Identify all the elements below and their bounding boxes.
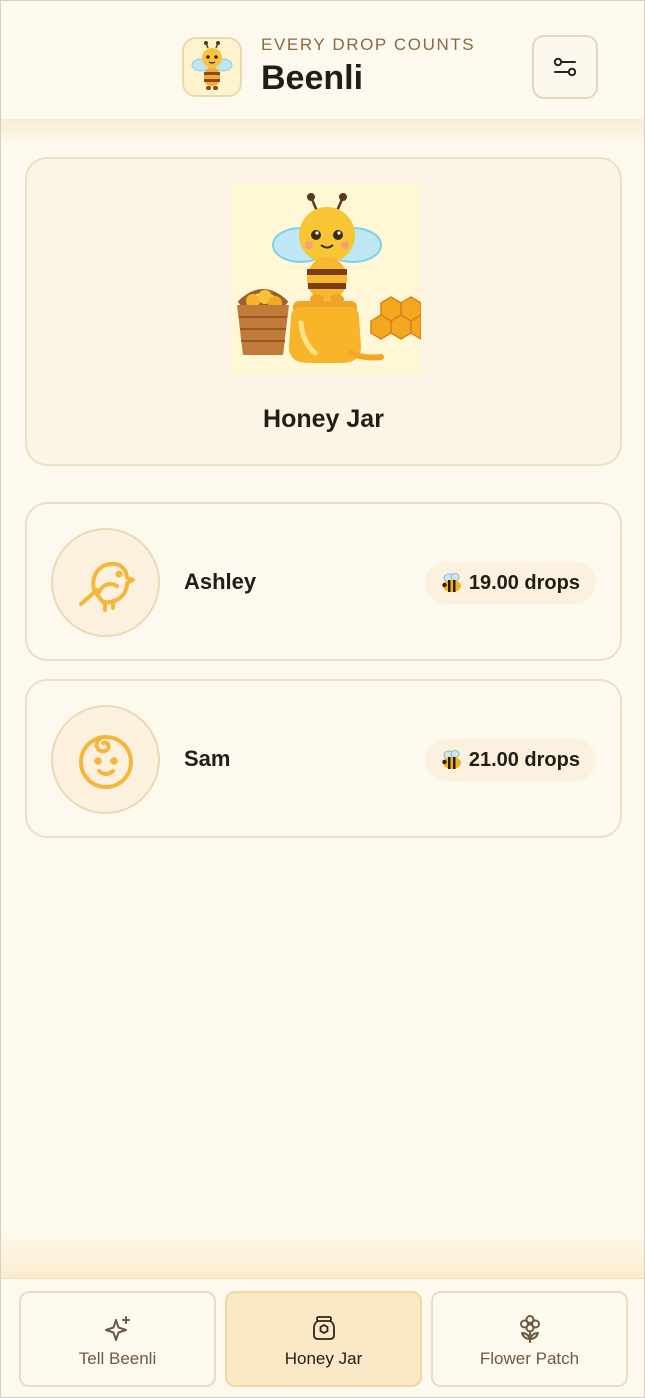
honey-jar-icon bbox=[312, 1316, 335, 1340]
honey-jar-title: Honey Jar bbox=[263, 405, 384, 433]
sparkles-icon bbox=[104, 1316, 130, 1341]
tab-label: Honey Jar bbox=[284, 1349, 363, 1368]
nav-glow bbox=[1, 1233, 644, 1279]
tab-honey-jar[interactable]: Honey Jar bbox=[225, 1291, 422, 1387]
member-name: Ashley bbox=[184, 569, 257, 594]
settings-button[interactable] bbox=[532, 35, 598, 99]
tab-label: Flower Patch bbox=[479, 1349, 580, 1368]
member-card-ashley[interactable]: Ashley 19.00 drops bbox=[25, 502, 622, 661]
honey-jar-card[interactable]: Honey Jar bbox=[25, 157, 622, 466]
app-header: EVERY DROP COUNTS Beenli bbox=[1, 1, 644, 123]
app-screen: EVERY DROP COUNTS Beenli Honey Jar Ashle… bbox=[0, 0, 645, 1398]
sliders-icon bbox=[553, 57, 577, 77]
tab-tell-beenli[interactable]: Tell Beenli bbox=[19, 1291, 216, 1387]
bee-emoji bbox=[442, 573, 461, 592]
member-name: Sam bbox=[184, 746, 231, 771]
header-shadow bbox=[1, 119, 644, 145]
member-card-sam[interactable]: Sam 21.00 drops bbox=[25, 679, 622, 838]
drops-badge: 21.00 drops bbox=[424, 739, 596, 781]
app-logo bbox=[182, 37, 242, 97]
flower-icon bbox=[519, 1315, 540, 1343]
honey-jar-illustration bbox=[231, 183, 421, 375]
bee-emoji bbox=[442, 750, 461, 769]
tab-flower-patch[interactable]: Flower Patch bbox=[431, 1291, 628, 1387]
drops-value: 21.00 drops bbox=[468, 748, 580, 771]
bee-mascot-icon bbox=[184, 39, 240, 95]
bottom-nav: Tell Beenli Honey Jar Flower Patch bbox=[1, 1278, 644, 1397]
tab-label: Tell Beenli bbox=[78, 1349, 157, 1368]
avatar bbox=[51, 705, 160, 814]
drops-badge: 19.00 drops bbox=[424, 562, 596, 604]
avatar bbox=[51, 528, 160, 637]
drops-value: 19.00 drops bbox=[468, 571, 580, 594]
app-tagline: EVERY DROP COUNTS bbox=[261, 35, 476, 54]
baby-face-icon bbox=[78, 734, 133, 789]
bird-icon bbox=[78, 561, 135, 612]
app-title: Beenli bbox=[261, 59, 364, 97]
